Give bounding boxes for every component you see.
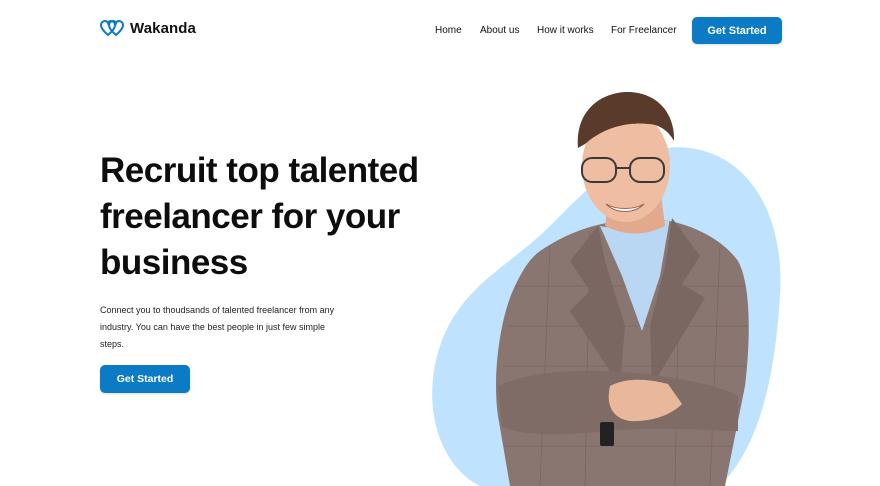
nav-get-started-button[interactable]: Get Started xyxy=(692,17,782,44)
nav-link-home[interactable]: Home xyxy=(435,25,462,36)
hero-get-started-button[interactable]: Get Started xyxy=(100,365,190,393)
nav-link-for-freelancer[interactable]: For Freelancer xyxy=(611,25,677,36)
double-heart-logo-icon xyxy=(100,20,124,37)
nav-link-how-it-works[interactable]: How it works xyxy=(537,25,594,36)
nav-link-about-us[interactable]: About us xyxy=(480,25,519,36)
brand-name: Wakanda xyxy=(130,20,196,37)
hero-subtext: Connect you to thoudsands of talented fr… xyxy=(100,305,335,349)
hero-headline: Recruit top talented freelancer for your… xyxy=(100,151,419,282)
hero-image xyxy=(432,91,781,486)
brand-logo[interactable]: Wakanda xyxy=(100,20,196,37)
top-nav: Wakanda Home About us How it works For F… xyxy=(0,0,880,62)
